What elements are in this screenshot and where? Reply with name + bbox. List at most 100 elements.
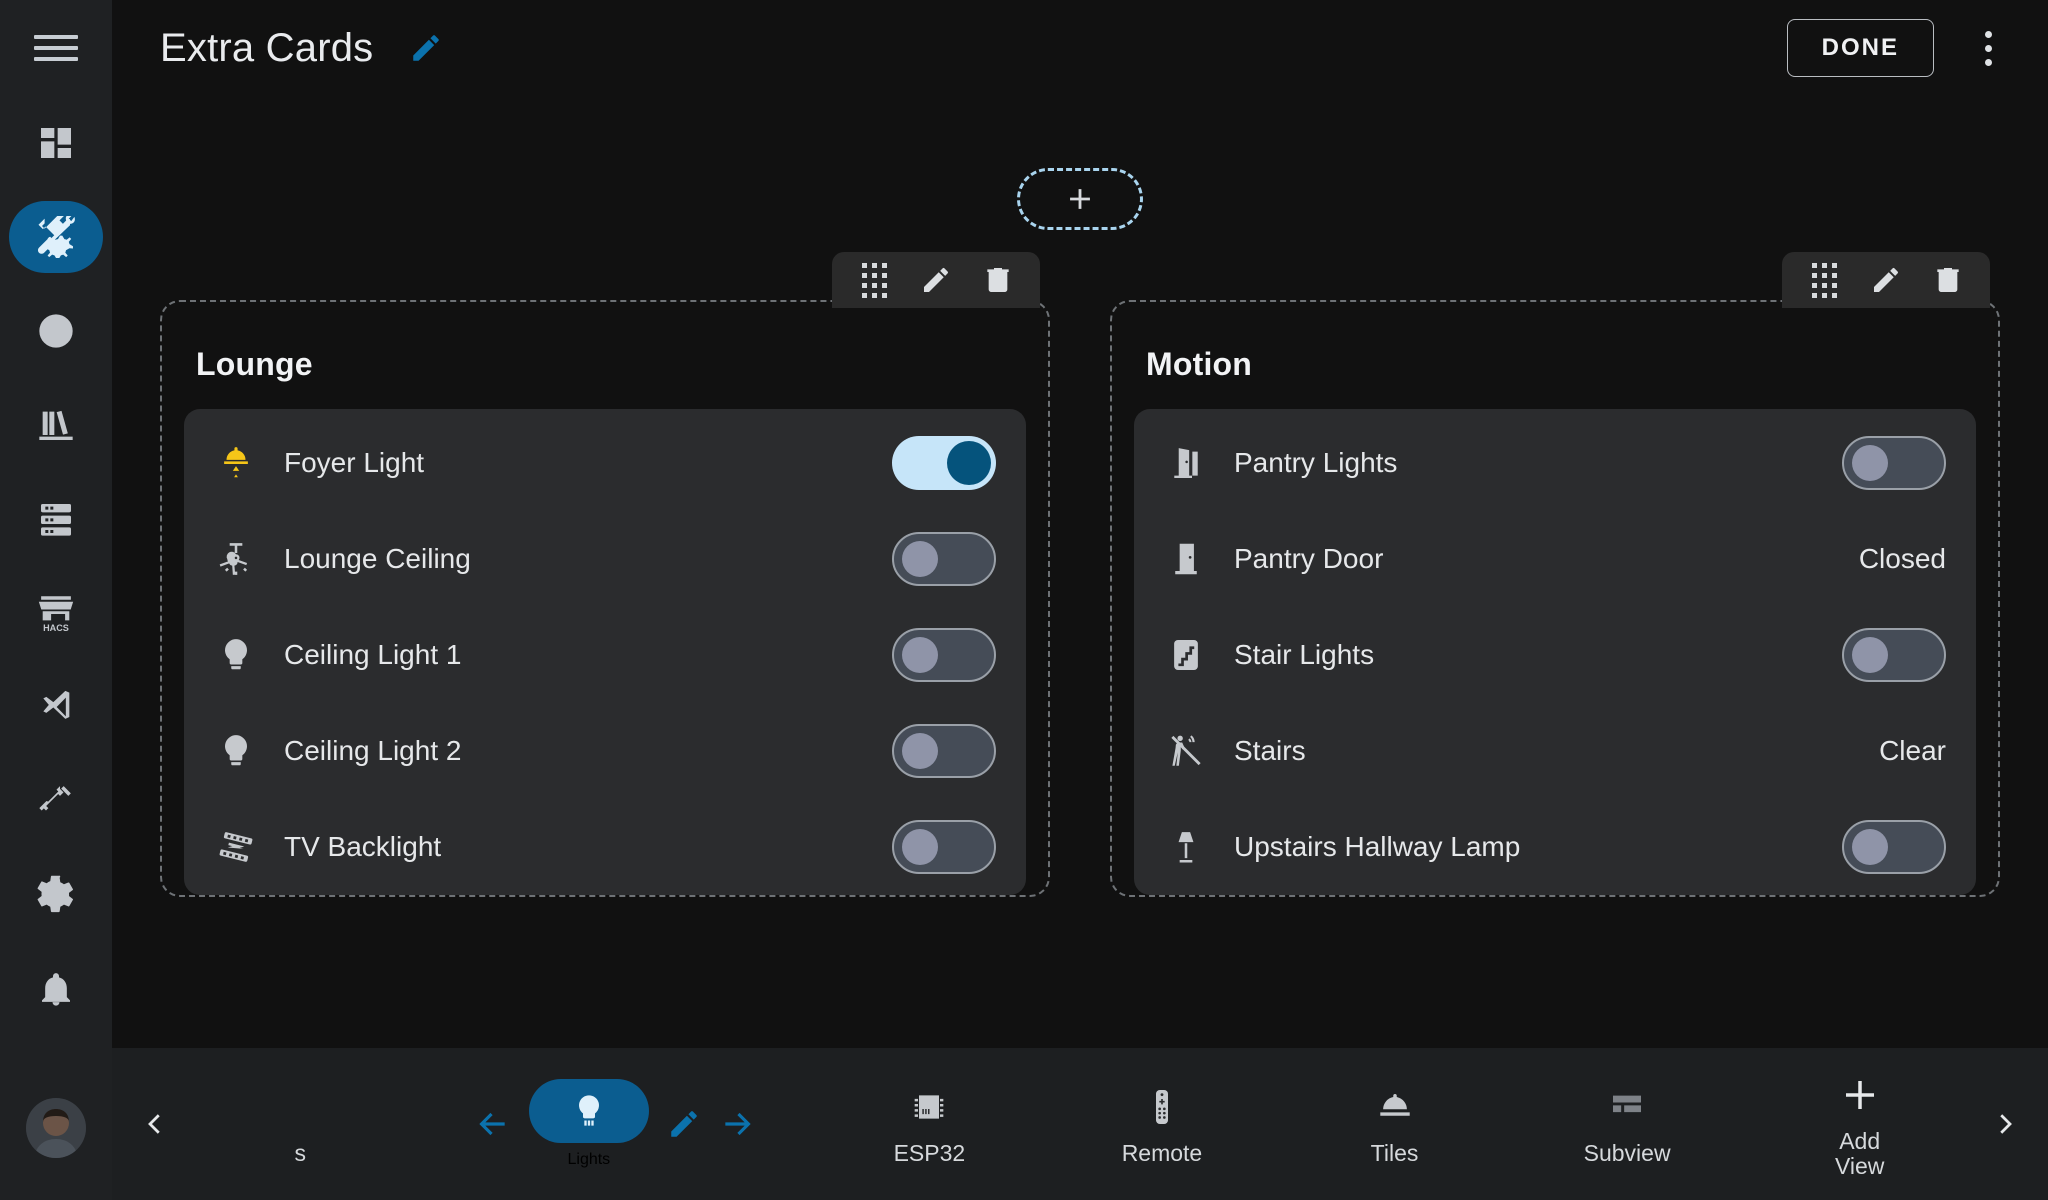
tab-clipped-view[interactable]: s xyxy=(240,1081,360,1167)
arrow-right-icon xyxy=(725,1112,751,1136)
add-view-label-line2: View xyxy=(1834,1153,1885,1179)
clock-icon xyxy=(39,314,73,348)
add-view-button[interactable]: Add View xyxy=(1800,1069,1920,1180)
sidebar-item-dashboard[interactable] xyxy=(9,96,103,190)
nav-items: s Lights ESP32 Remote Tiles Subview Add … xyxy=(184,1048,1976,1200)
tab-label: Remote xyxy=(1121,1140,1203,1167)
stairs-icon xyxy=(1160,636,1212,674)
svg-text:HACS: HACS xyxy=(43,623,69,633)
sidebar-item-tools[interactable] xyxy=(9,190,103,284)
table-row[interactable]: TV Backlight xyxy=(184,799,1026,895)
card-delete-button[interactable] xyxy=(970,254,1026,306)
card-drag-handle[interactable] xyxy=(1796,254,1852,306)
table-row[interactable]: Pantry Lights xyxy=(1134,415,1976,511)
table-row[interactable]: Lounge Ceiling xyxy=(184,511,1026,607)
hamburger-menu-button[interactable] xyxy=(0,0,112,96)
led-strip-icon xyxy=(210,828,262,866)
bell-icon xyxy=(42,973,70,1006)
floor-lamp-icon xyxy=(1160,828,1212,866)
table-row[interactable]: Stairs Clear xyxy=(1134,703,1976,799)
add-view-label: Add View xyxy=(1834,1128,1885,1180)
done-button[interactable]: DONE xyxy=(1786,19,1934,77)
nav-scroll-right-button[interactable] xyxy=(1976,1048,2034,1200)
sidebar-item-notifications[interactable] xyxy=(9,942,103,1036)
entity-name: Stairs xyxy=(1234,735,1306,766)
table-row[interactable]: Ceiling Light 1 xyxy=(184,607,1026,703)
tab-label: Subview xyxy=(1583,1140,1671,1167)
add-card-button[interactable] xyxy=(1017,168,1143,230)
tab-lights[interactable]: Lights xyxy=(528,1079,649,1169)
card-delete-button[interactable] xyxy=(1920,254,1976,306)
card-outline: Motion Pantry Lights Pantry Door Closed … xyxy=(1110,300,2000,897)
entity-toggle[interactable] xyxy=(1842,436,1946,490)
hacs-storefront-icon: HACS xyxy=(38,596,74,633)
card-edit-button[interactable] xyxy=(1858,254,1914,306)
entity-toggle[interactable] xyxy=(1842,820,1946,874)
table-row[interactable]: Foyer Light xyxy=(184,415,1026,511)
view-dashboard-icon xyxy=(41,128,71,158)
sidebar-item-settings[interactable] xyxy=(9,848,103,942)
trash-icon xyxy=(1937,268,1959,292)
entities-list: Foyer Light Lounge Ceiling Ceiling Light… xyxy=(184,409,1026,895)
edit-view-button[interactable] xyxy=(667,1107,701,1141)
sidebar-item-vscode[interactable] xyxy=(9,660,103,754)
cards-container: Lounge Foyer Light Lounge Ceiling Ceilin… xyxy=(112,252,2048,897)
entity-toggle[interactable] xyxy=(892,820,996,874)
bookshelf-icon xyxy=(39,410,73,440)
chevron-right-icon xyxy=(2000,1114,2012,1134)
drag-handle-icon xyxy=(1811,262,1837,298)
card-lounge: Lounge Foyer Light Lounge Ceiling Ceilin… xyxy=(160,252,1050,897)
card-toolbar xyxy=(832,252,1040,308)
sidebar-item-history[interactable] xyxy=(9,284,103,378)
pencil-icon xyxy=(671,1111,697,1137)
nav-scroll-left-button[interactable] xyxy=(126,1048,184,1200)
arrow-left-icon xyxy=(479,1112,505,1136)
vscode-icon xyxy=(43,690,70,719)
sidebar-item-terminal[interactable] xyxy=(9,754,103,848)
table-row[interactable]: Stair Lights xyxy=(1134,607,1976,703)
move-view-right-button[interactable] xyxy=(719,1105,757,1143)
page-title: Extra Cards xyxy=(160,25,374,70)
door-open-icon xyxy=(1160,444,1212,482)
move-view-left-button[interactable] xyxy=(473,1105,511,1143)
sidebar-item-developer-tools[interactable] xyxy=(9,472,103,566)
ceiling-light-on-icon xyxy=(210,444,262,482)
entity-toggle[interactable] xyxy=(892,628,996,682)
card-title: Lounge xyxy=(196,346,313,382)
entity-name: Upstairs Hallway Lamp xyxy=(1234,831,1521,862)
table-row[interactable]: Pantry Door Closed xyxy=(1134,511,1976,607)
entities-list: Pantry Lights Pantry Door Closed Stair L… xyxy=(1134,409,1976,895)
tab-subview[interactable]: Subview xyxy=(1567,1081,1687,1166)
card-edit-button[interactable] xyxy=(908,254,964,306)
view-quilt-icon xyxy=(1607,1081,1647,1133)
entity-state: Closed xyxy=(1858,543,1946,574)
edit-title-button[interactable] xyxy=(409,31,443,65)
trash-icon xyxy=(987,268,1009,292)
entity-toggle[interactable] xyxy=(1842,628,1946,682)
hammer-icon xyxy=(39,786,71,811)
bottom-view-nav: s Lights ESP32 Remote Tiles Subview Add … xyxy=(112,1048,2048,1200)
tab-esp32[interactable]: ESP32 xyxy=(869,1081,989,1166)
app-root: HACS Extra Cards DONE Lounge Foyer Light… xyxy=(0,0,2048,1200)
pencil-icon xyxy=(1874,267,1898,292)
card-drag-handle[interactable] xyxy=(846,254,902,306)
sidebar-item-hacs[interactable]: HACS xyxy=(9,566,103,660)
table-row[interactable]: Ceiling Light 2 xyxy=(184,703,1026,799)
entity-name: Pantry Lights xyxy=(1234,447,1398,478)
card-title: Motion xyxy=(1146,346,1253,382)
tab-label: Lights xyxy=(567,1151,611,1168)
entity-toggle[interactable] xyxy=(892,724,996,778)
entity-toggle[interactable] xyxy=(892,436,996,490)
overflow-menu-button[interactable] xyxy=(1956,16,2020,80)
tools-icon xyxy=(37,216,75,258)
entity-toggle[interactable] xyxy=(892,532,996,586)
main-content: Extra Cards DONE Lounge Foyer Light Loun… xyxy=(112,0,2048,1200)
tab-remote[interactable]: Remote xyxy=(1102,1081,1222,1166)
sidebar-item-logbook[interactable] xyxy=(9,378,103,472)
table-row[interactable]: Upstairs Hallway Lamp xyxy=(1134,799,1976,895)
avatar[interactable] xyxy=(26,1098,86,1158)
tab-lights-pill[interactable] xyxy=(528,1079,649,1143)
chevron-left-icon xyxy=(148,1114,160,1134)
tab-tiles[interactable]: Tiles xyxy=(1335,1081,1455,1166)
gear-icon xyxy=(37,875,73,913)
